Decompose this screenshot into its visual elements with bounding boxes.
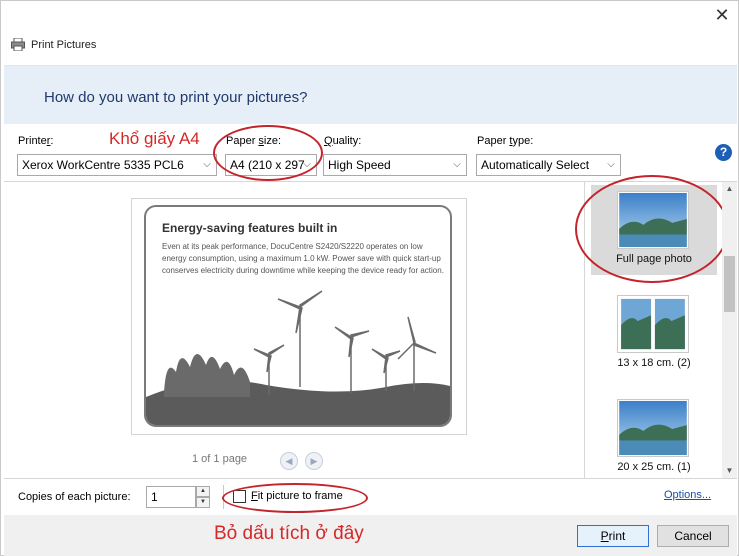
quality-select[interactable]: High Speed ⌵: [323, 154, 467, 176]
close-icon[interactable]: ✕: [714, 5, 729, 25]
layout-label: 20 x 25 cm. (1): [617, 461, 691, 473]
scroll-down-icon[interactable]: ▼: [722, 464, 737, 478]
footer-options: Copies of each picture: 1 ▲ ▼ Fit pictur…: [4, 479, 737, 515]
preview-card-title: Energy-saving features built in: [162, 221, 338, 235]
layout-13x18[interactable]: 13 x 18 cm. (2): [591, 289, 717, 379]
two-up-thumbnail: [617, 295, 689, 353]
preview-pane: Energy-saving features built in Even at …: [4, 182, 584, 478]
layout-20x25[interactable]: 20 x 25 cm. (1): [591, 393, 717, 478]
close-button[interactable]: ✕: [707, 3, 737, 27]
printer-value: Xerox WorkCentre 5335 PCL6: [22, 158, 184, 172]
spin-up-icon[interactable]: ▲: [196, 486, 210, 497]
printer-select[interactable]: Xerox WorkCentre 5335 PCL6 ⌵: [17, 154, 217, 176]
wind-turbine-illustration: [146, 290, 450, 425]
preview-image: Energy-saving features built in Even at …: [144, 205, 452, 427]
layout-label: 13 x 18 cm. (2): [617, 357, 691, 369]
chevron-down-icon: ⌵: [607, 159, 615, 170]
landscape-thumbnail: [617, 399, 689, 457]
chevron-down-icon: ⌵: [203, 159, 211, 170]
checkbox-annotation: Bỏ dấu tích ở đây: [214, 523, 364, 544]
arrow-left-icon: ◀: [285, 456, 293, 466]
help-icon[interactable]: ?: [715, 144, 732, 161]
button-bar: Bỏ dấu tích ở đây Print Cancel: [4, 515, 737, 556]
scroll-thumb[interactable]: [724, 256, 735, 312]
arrow-right-icon: ▶: [310, 456, 318, 466]
next-page-button[interactable]: ▶: [305, 452, 323, 470]
printer-label: Printer:: [18, 135, 54, 147]
printer-icon: [11, 38, 25, 51]
page-counter: 1 of 1 page: [192, 453, 248, 465]
preview-card-body: Even at its peak performance, DocuCentre…: [162, 242, 444, 275]
print-pictures-dialog: ✕ Print Pictures How do you want to prin…: [0, 0, 739, 556]
copies-label: Copies of each picture:: [18, 491, 131, 503]
header-question: How do you want to print your pictures?: [44, 89, 308, 106]
print-button[interactable]: Print: [577, 525, 649, 547]
previous-page-button[interactable]: ◀: [280, 452, 298, 470]
paper-size-highlight: [213, 125, 323, 181]
quality-label: Quality:: [324, 135, 362, 147]
preview-page: Energy-saving features built in Even at …: [131, 198, 467, 435]
window-title: Print Pictures: [31, 39, 97, 51]
paper-size-annotation: Khổ giấy A4: [109, 129, 200, 148]
spin-down-icon[interactable]: ▼: [196, 497, 210, 508]
options-link[interactable]: Options...: [664, 489, 711, 501]
checkbox-highlight: [222, 483, 368, 513]
copies-input[interactable]: 1: [146, 486, 196, 508]
scroll-up-icon[interactable]: ▲: [722, 182, 737, 196]
paper-type-value: Automatically Select: [481, 158, 590, 172]
paper-type-select[interactable]: Automatically Select ⌵: [476, 154, 621, 176]
quality-value: High Speed: [328, 158, 391, 172]
chevron-down-icon: ⌵: [453, 159, 461, 170]
layout-scrollbar[interactable]: ▲ ▼: [722, 182, 737, 478]
layout-highlight: [575, 175, 729, 283]
dialog-header: How do you want to print your pictures?: [4, 65, 737, 124]
paper-type-label: Paper type:: [477, 135, 534, 147]
cancel-button[interactable]: Cancel: [657, 525, 729, 547]
